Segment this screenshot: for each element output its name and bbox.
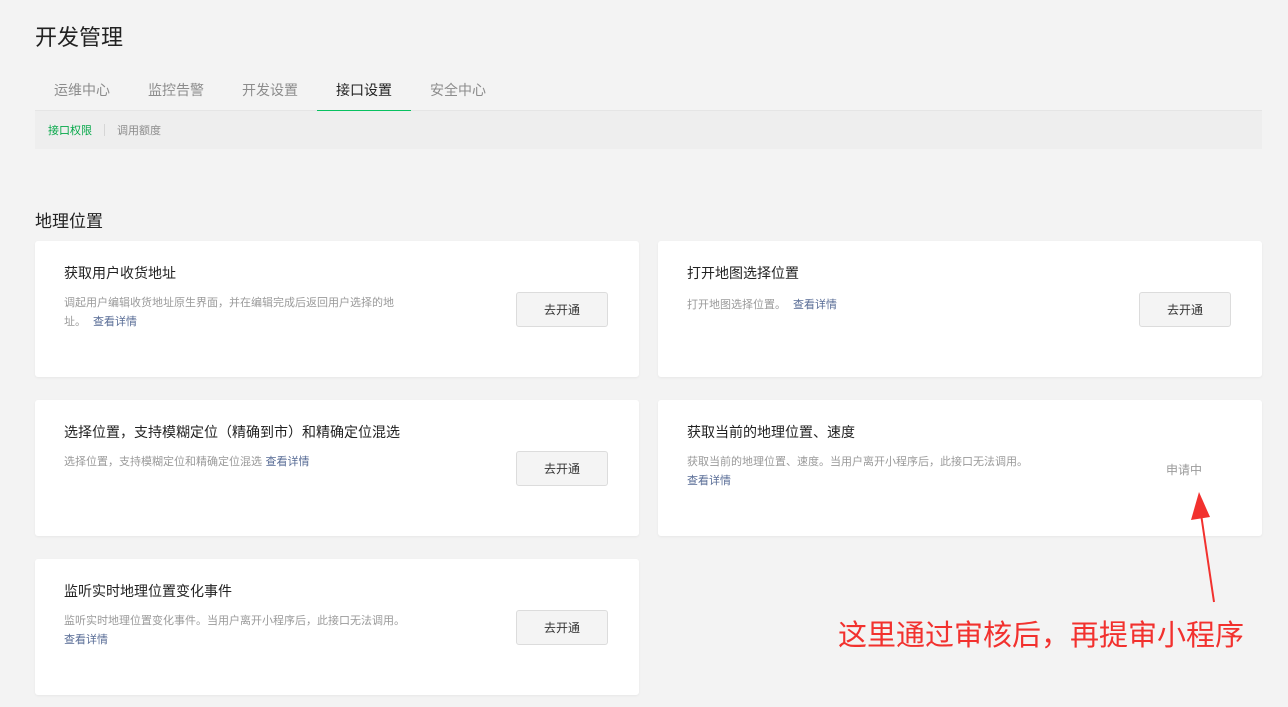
card-title: 获取当前的地理位置、速度 [687,425,855,441]
card-title: 获取用户收货地址 [64,266,176,282]
page: 开发管理 运维中心 监控告警 开发设置 接口设置 安全中心 接口权限 调用额度 … [0,0,1288,707]
card-desc-text: 获取当前的地理位置、速度。当用户离开小程序后，此接口无法调用。 [687,455,1028,468]
api-card-shipping-address: 获取用户收货地址 调起用户编辑收货地址原生界面，并在编辑完成后返回用户选择的地 … [35,241,639,377]
subtab-call-quota[interactable]: 调用额度 [117,122,161,138]
api-card-choose-location-map: 打开地图选择位置 打开地图选择位置。 查看详情 去开通 [658,241,1262,377]
enable-button[interactable]: 去开通 [516,610,608,645]
view-details-link[interactable]: 查看详情 [793,298,837,311]
card-desc-text: 调起用户编辑收货地址原生界面，并在编辑完成后返回用户选择的地 [64,296,394,309]
view-details-link[interactable]: 查看详情 [64,633,108,646]
card-desc-text: 监听实时地理位置变化事件。当用户离开小程序后，此接口无法调用。 [64,614,405,627]
enable-button[interactable]: 去开通 [516,451,608,486]
card-desc-text: 打开地图选择位置。 [687,298,786,311]
card-description: 选择位置，支持模糊定位和精确定位混选 查看详情 [64,452,310,471]
card-desc-text-2: 址。 [64,315,86,328]
subtab-api-permissions[interactable]: 接口权限 [48,122,92,138]
view-details-link[interactable]: 查看详情 [93,315,137,328]
tab-api-settings[interactable]: 接口设置 [317,78,411,112]
view-details-link[interactable]: 查看详情 [266,455,310,468]
card-description: 调起用户编辑收货地址原生界面，并在编辑完成后返回用户选择的地 址。 查看详情 [64,293,484,331]
card-description: 获取当前的地理位置、速度。当用户离开小程序后，此接口无法调用。 查看详情 [687,452,1127,490]
section-title: 地理位置 [35,212,103,232]
card-desc-text: 选择位置，支持模糊定位和精确定位混选 [64,455,262,468]
card-description: 打开地图选择位置。 查看详情 [687,295,837,314]
card-title: 监听实时地理位置变化事件 [64,584,232,600]
annotation-text: 这里通过审核后，再提审小程序 [838,618,1245,652]
tab-security-center[interactable]: 安全中心 [411,78,505,111]
status-badge-applying: 申请中 [1166,463,1203,477]
enable-button[interactable]: 去开通 [1139,292,1231,327]
card-title: 选择位置，支持模糊定位（精确到市）和精确定位混选 [64,425,400,441]
api-card-location-change-listener: 监听实时地理位置变化事件 监听实时地理位置变化事件。当用户离开小程序后，此接口无… [35,559,639,695]
tab-ops-center[interactable]: 运维中心 [35,78,129,111]
tab-monitoring-alerts[interactable]: 监控告警 [129,78,223,111]
main-tabs: 运维中心 监控告警 开发设置 接口设置 安全中心 [35,78,1262,112]
annotation-arrow-icon [1191,492,1215,603]
view-details-link[interactable]: 查看详情 [687,474,731,487]
card-title: 打开地图选择位置 [687,266,799,282]
subtab-divider [104,124,105,136]
card-description: 监听实时地理位置变化事件。当用户离开小程序后，此接口无法调用。 查看详情 [64,611,494,649]
page-title: 开发管理 [35,26,124,51]
tab-dev-settings[interactable]: 开发设置 [223,78,317,111]
enable-button[interactable]: 去开通 [516,292,608,327]
api-card-get-location: 获取当前的地理位置、速度 获取当前的地理位置、速度。当用户离开小程序后，此接口无… [658,400,1262,536]
api-card-choose-location-fuzzy: 选择位置，支持模糊定位（精确到市）和精确定位混选 选择位置，支持模糊定位和精确定… [35,400,639,536]
sub-tabs: 接口权限 调用额度 [35,111,1262,149]
